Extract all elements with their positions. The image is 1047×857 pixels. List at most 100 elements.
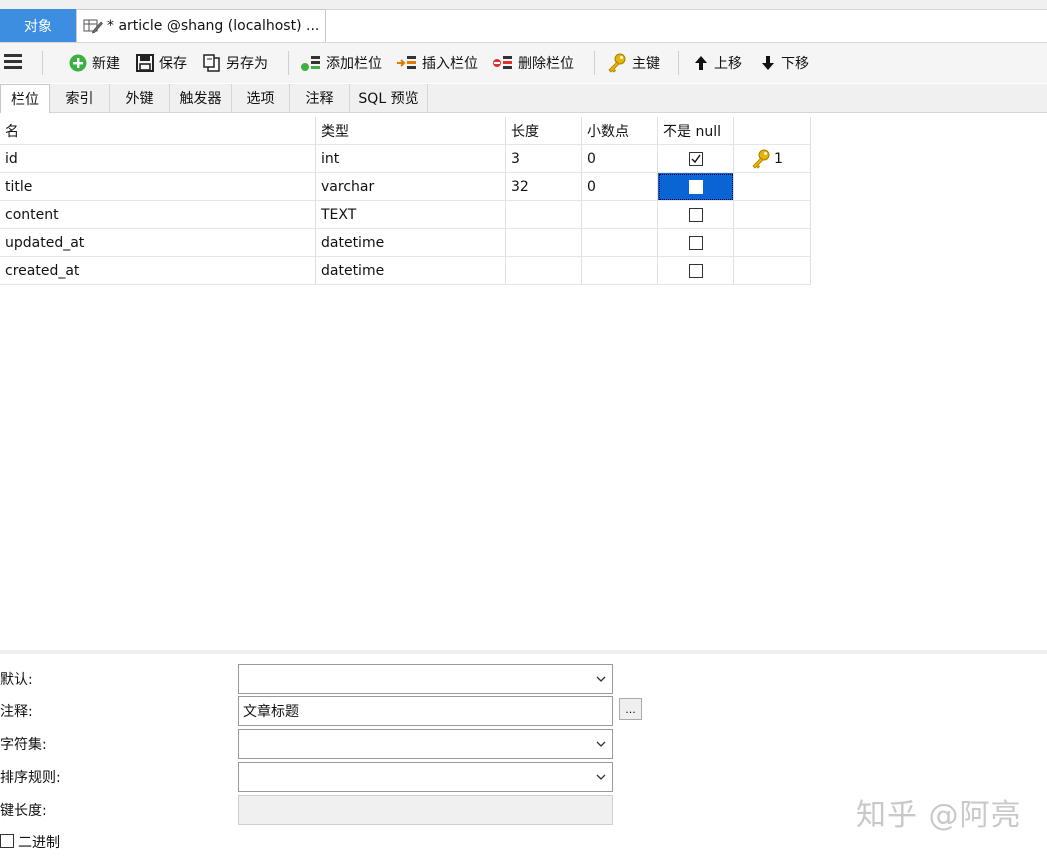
not-null-cell — [658, 257, 734, 285]
primary-key-icon — [752, 149, 770, 169]
field-type[interactable]: datetime — [316, 229, 506, 257]
new-label: 新建 — [92, 56, 120, 72]
arrow-down-icon — [762, 56, 774, 70]
field-type[interactable]: int — [316, 145, 506, 173]
move-up-label: 上移 — [714, 56, 742, 72]
field-name[interactable]: title — [0, 173, 316, 201]
move-down-button[interactable]: 下移 — [759, 43, 809, 83]
toolbar-separator — [678, 51, 679, 75]
key-cell — [734, 229, 811, 257]
not-null-checkbox[interactable] — [688, 235, 703, 250]
table-row[interactable]: title varchar 32 0 — [0, 173, 811, 201]
toolbar-separator — [42, 51, 43, 75]
binary-label: 二进制 — [18, 835, 60, 851]
arrow-up-icon — [695, 56, 707, 70]
comment-input[interactable]: 文章标题 — [238, 696, 613, 726]
key-length-input — [238, 795, 613, 825]
not-null-cell — [658, 229, 734, 257]
tab-strip-empty — [326, 9, 1047, 42]
field-decimals[interactable] — [582, 257, 658, 285]
col-header-length[interactable]: 长度 — [506, 117, 582, 145]
charset-select[interactable] — [238, 729, 613, 759]
field-length[interactable]: 3 — [506, 145, 582, 173]
add-field-icon — [301, 56, 320, 71]
default-select[interactable] — [238, 664, 613, 694]
save-as-button[interactable]: 另存为 — [202, 43, 268, 83]
charset-label: 字符集: — [0, 737, 47, 753]
key-order: 1 — [774, 150, 783, 167]
col-header-not-null[interactable]: 不是 null — [658, 117, 734, 145]
subtab-fields[interactable]: 栏位 — [0, 84, 50, 113]
field-length[interactable] — [506, 257, 582, 285]
subtab-foreign-keys[interactable]: 外键 — [110, 84, 170, 112]
new-button[interactable]: 新建 — [68, 43, 120, 83]
primary-key-button[interactable]: 主键 — [606, 43, 660, 83]
delete-field-icon — [493, 56, 512, 69]
subtab-sql-preview[interactable]: SQL 预览 — [350, 84, 428, 112]
field-length[interactable] — [506, 201, 582, 229]
add-field-button[interactable]: 添加栏位 — [300, 43, 382, 83]
not-null-cell — [658, 201, 734, 229]
col-header-type[interactable]: 类型 — [316, 117, 506, 145]
binary-checkbox[interactable] — [0, 834, 14, 848]
field-decimals[interactable] — [582, 229, 658, 257]
tab-article-design[interactable]: * article @shang (localhost) ... — [76, 9, 326, 42]
table-row[interactable]: id int 3 0 1 — [0, 145, 811, 173]
col-header-key[interactable] — [734, 117, 811, 145]
toolbar-separator — [288, 51, 289, 75]
table-edit-icon — [83, 19, 103, 34]
subtab-triggers[interactable]: 触发器 — [170, 84, 232, 112]
not-null-checkbox[interactable] — [688, 263, 703, 278]
insert-field-icon — [397, 56, 416, 69]
save-icon — [136, 54, 154, 72]
field-decimals[interactable]: 0 — [582, 145, 658, 173]
menu-icon[interactable] — [4, 54, 22, 72]
comment-edit-button[interactable]: ... — [619, 698, 642, 720]
comment-value: 文章标题 — [243, 704, 299, 720]
check-icon — [691, 154, 701, 163]
not-null-checkbox[interactable] — [688, 179, 703, 194]
col-header-decimals[interactable]: 小数点 — [582, 117, 658, 145]
tab-objects[interactable]: 对象 — [0, 9, 76, 42]
not-null-cell — [658, 145, 734, 173]
field-name[interactable]: created_at — [0, 257, 316, 285]
primary-key-label: 主键 — [632, 56, 660, 72]
chevron-down-icon — [596, 741, 606, 747]
table-row[interactable]: created_at datetime — [0, 257, 811, 285]
save-as-label: 另存为 — [226, 56, 268, 72]
field-decimals[interactable] — [582, 201, 658, 229]
subtab-options[interactable]: 选项 — [232, 84, 290, 112]
table-row[interactable]: content TEXT — [0, 201, 811, 229]
chevron-down-icon — [596, 676, 606, 682]
default-label: 默认: — [0, 672, 33, 688]
not-null-checkbox[interactable] — [688, 207, 703, 222]
field-length[interactable]: 32 — [506, 173, 582, 201]
field-name[interactable]: content — [0, 201, 316, 229]
toolbar: 新建 保存 另存为 添加栏位 插入栏位 删除栏位 主键 上移 下移 — [0, 43, 1047, 83]
tab-article-label: * article @shang (localhost) ... — [107, 18, 320, 34]
chevron-down-icon — [596, 774, 606, 780]
subtab-indexes[interactable]: 索引 — [50, 84, 110, 112]
move-up-button[interactable]: 上移 — [692, 43, 742, 83]
not-null-cell-selected — [658, 173, 734, 201]
not-null-checkbox[interactable] — [688, 151, 703, 166]
key-cell — [734, 201, 811, 229]
field-length[interactable] — [506, 229, 582, 257]
subtab-comment[interactable]: 注释 — [290, 84, 350, 112]
collation-select[interactable] — [238, 762, 613, 792]
insert-field-button[interactable]: 插入栏位 — [396, 43, 478, 83]
table-row[interactable]: updated_at datetime — [0, 229, 811, 257]
save-button[interactable]: 保存 — [135, 43, 187, 83]
field-name[interactable]: updated_at — [0, 229, 316, 257]
field-type[interactable]: varchar — [316, 173, 506, 201]
field-decimals[interactable]: 0 — [582, 173, 658, 201]
field-type[interactable]: TEXT — [316, 201, 506, 229]
col-header-name[interactable]: 名 — [0, 117, 316, 145]
field-type[interactable]: datetime — [316, 257, 506, 285]
panel-splitter[interactable] — [0, 650, 1047, 654]
delete-field-button[interactable]: 删除栏位 — [492, 43, 574, 83]
design-subtabs: 栏位 索引 外键 触发器 选项 注释 SQL 预览 — [0, 84, 1047, 113]
save-as-icon — [203, 54, 220, 72]
field-name[interactable]: id — [0, 145, 316, 173]
key-cell — [734, 257, 811, 285]
